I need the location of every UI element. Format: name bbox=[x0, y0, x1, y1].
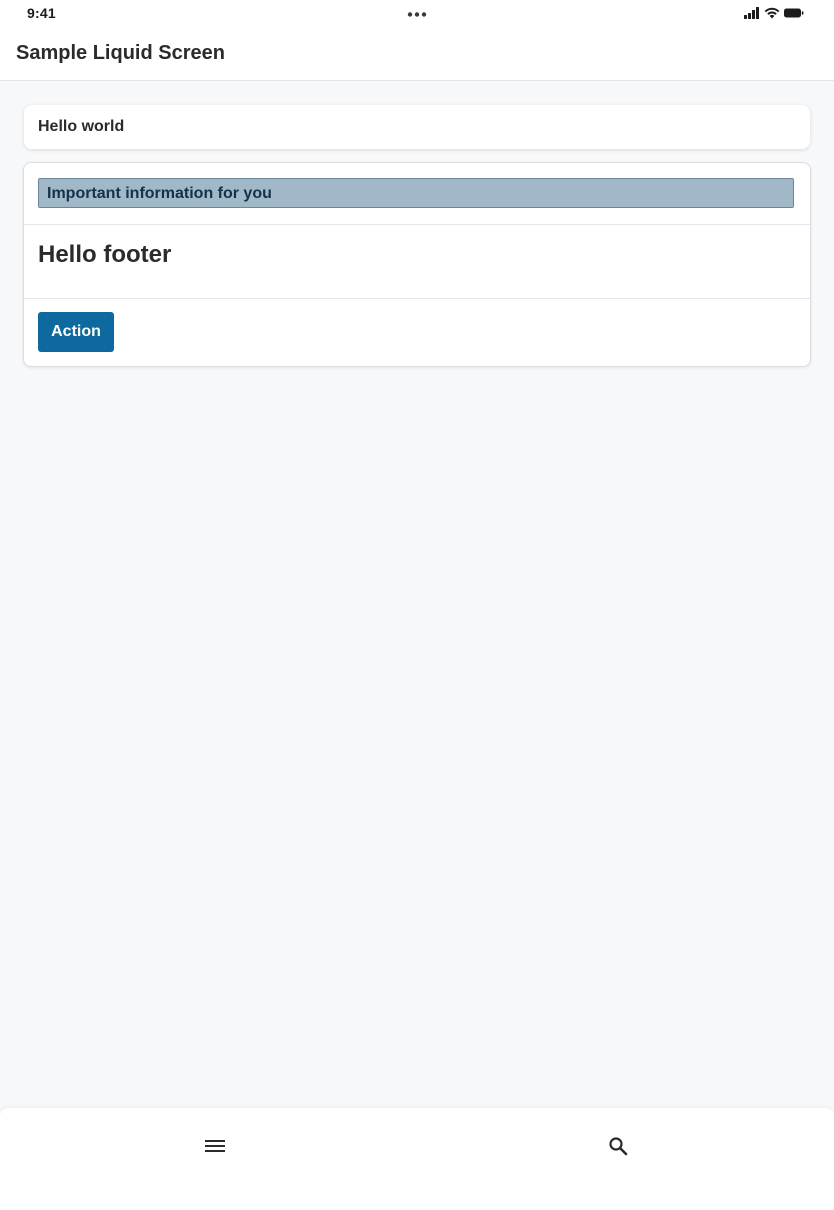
footer-heading: Hello footer bbox=[38, 241, 172, 268]
battery-icon bbox=[784, 8, 804, 18]
action-button[interactable]: Action bbox=[38, 312, 114, 352]
hello-world-text: Hello world bbox=[38, 118, 125, 135]
info-banner-text: Important information for you bbox=[47, 185, 272, 202]
cellular-signal-icon bbox=[744, 7, 759, 19]
hamburger-menu-icon[interactable] bbox=[201, 1132, 229, 1160]
page-title: Sample Liquid Screen bbox=[16, 42, 225, 64]
status-indicators bbox=[744, 7, 804, 19]
app-header: Sample Liquid Screen bbox=[0, 28, 834, 81]
info-card-header: Important information for you bbox=[24, 163, 810, 225]
info-card: Important information for you Hello foot… bbox=[23, 162, 811, 367]
search-icon[interactable] bbox=[604, 1132, 632, 1160]
status-time: 9:41 bbox=[27, 5, 56, 21]
status-bar: 9:41 bbox=[0, 0, 834, 28]
hello-world-card: Hello world bbox=[24, 105, 810, 149]
more-dots-icon bbox=[407, 12, 427, 17]
info-banner: Important information for you bbox=[38, 178, 794, 208]
bottom-nav bbox=[0, 1108, 834, 1210]
info-card-body: Hello footer bbox=[24, 224, 810, 299]
wifi-icon bbox=[764, 7, 780, 19]
